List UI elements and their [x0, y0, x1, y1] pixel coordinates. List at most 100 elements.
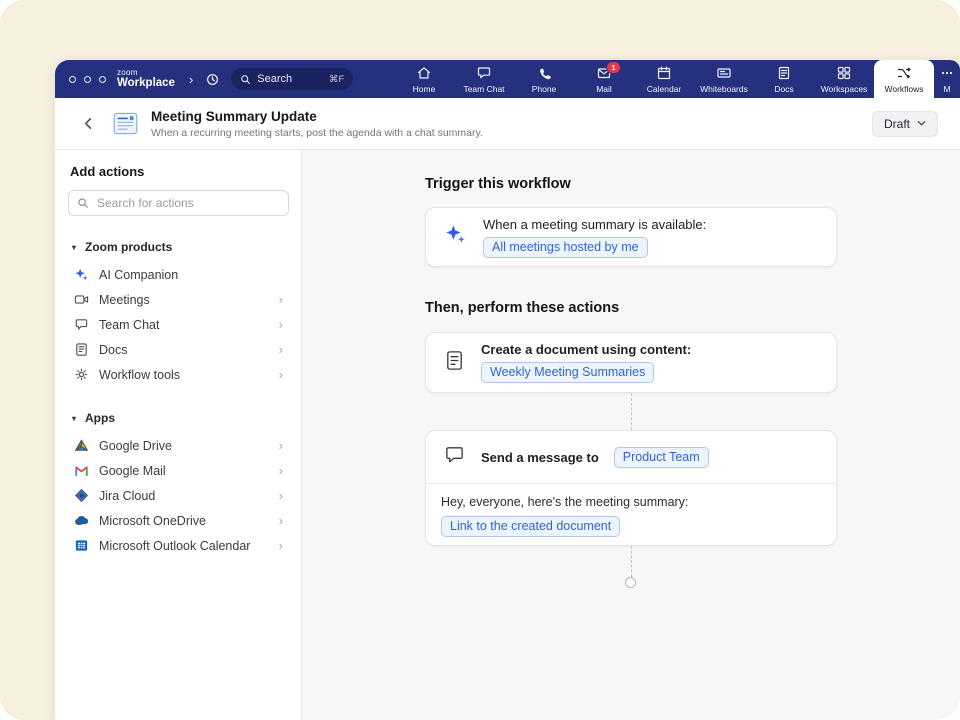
chevron-right-icon: › — [279, 539, 283, 552]
nav-item-team-chat[interactable]: Team Chat — [454, 60, 514, 98]
section-items: Google Drive › Google Mail › — [68, 433, 289, 558]
onedrive-icon — [73, 513, 89, 528]
screen: zoom Workplace › Search ⌘F — [0, 0, 960, 720]
window-dot[interactable] — [84, 76, 91, 83]
docs-icon — [776, 65, 792, 81]
back-button[interactable] — [81, 116, 96, 131]
top-nav: zoom Workplace › Search ⌘F — [55, 60, 960, 98]
actions-heading: Then, perform these actions — [425, 300, 619, 316]
search-shortcut: ⌘F — [329, 74, 344, 85]
app-window: zoom Workplace › Search ⌘F — [55, 60, 960, 720]
workflow-body: Add actions ▾ Zoom products AI Com — [55, 150, 960, 720]
sidebar-item-meetings[interactable]: Meetings › — [68, 287, 289, 312]
sidebar-item-jira-cloud[interactable]: Jira Cloud › — [68, 483, 289, 508]
send-message-text: Send a message to — [481, 450, 599, 465]
ai-sparkle-icon — [73, 267, 89, 282]
jira-icon — [73, 488, 89, 503]
workflow-connector — [631, 546, 632, 577]
sidebar-item-docs[interactable]: Docs › — [68, 337, 289, 362]
actions-search[interactable] — [68, 190, 289, 216]
chevron-right-icon: › — [279, 318, 283, 331]
sidebar-item-workflow-tools[interactable]: Workflow tools › — [68, 362, 289, 387]
nav-item-mail[interactable]: 1 Mail — [574, 60, 634, 98]
chevron-right-icon: › — [279, 368, 283, 381]
nav-item-calendar[interactable]: Calendar — [634, 60, 694, 98]
search-label: Search — [257, 73, 292, 85]
global-search[interactable]: Search ⌘F — [231, 68, 353, 90]
window-dot[interactable] — [69, 76, 76, 83]
chevron-right-icon: › — [279, 343, 283, 356]
section-items: AI Companion Meetings › Team Chat — [68, 262, 289, 387]
search-icon — [240, 74, 251, 85]
sidebar-item-microsoft-onedrive[interactable]: Microsoft OneDrive › — [68, 508, 289, 533]
nav-item-home[interactable]: Home — [394, 60, 454, 98]
sidebar-item-google-drive[interactable]: Google Drive › — [68, 433, 289, 458]
workflow-title: Meeting Summary Update — [151, 109, 483, 124]
triangle-down-icon: ▾ — [72, 414, 76, 423]
trigger-card[interactable]: When a meeting summary is available: All… — [425, 207, 837, 267]
actions-search-input[interactable] — [95, 195, 280, 211]
message-body-text: Hey, everyone, here's the meeting summar… — [441, 495, 820, 509]
nav-items: Home Team Chat Phone 1 Mail — [394, 60, 960, 98]
search-icon — [77, 197, 89, 209]
gmail-icon — [73, 463, 89, 478]
document-icon — [73, 342, 89, 357]
nav-item-whiteboards[interactable]: Whiteboards — [694, 60, 754, 98]
video-camera-icon — [73, 292, 89, 307]
nav-item-workflows[interactable]: Workflows — [874, 60, 934, 98]
section-header-apps[interactable]: ▾ Apps — [68, 411, 289, 425]
nav-item-phone[interactable]: Phone — [514, 60, 574, 98]
chevron-right-icon[interactable]: › — [189, 72, 193, 87]
create-doc-content-pill[interactable]: Weekly Meeting Summaries — [481, 362, 654, 383]
section-zoom-products: ▾ Zoom products AI Companion Meetin — [68, 240, 289, 387]
brand-workplace: Workplace — [117, 78, 175, 90]
nav-item-workspaces[interactable]: Workspaces — [814, 60, 874, 98]
workflows-icon — [896, 65, 912, 81]
actions-sidebar: Add actions ▾ Zoom products AI Com — [55, 150, 302, 720]
sidebar-item-google-mail[interactable]: Google Mail › — [68, 458, 289, 483]
history-icon[interactable] — [205, 72, 220, 87]
workflow-titles: Meeting Summary Update When a recurring … — [151, 109, 483, 139]
workspaces-icon — [836, 65, 852, 81]
nav-item-docs[interactable]: Docs — [754, 60, 814, 98]
workflow-header: Meeting Summary Update When a recurring … — [55, 98, 960, 150]
sidebar-item-ai-companion[interactable]: AI Companion — [68, 262, 289, 287]
mail-badge: 1 — [606, 61, 621, 74]
message-body-link-pill[interactable]: Link to the created document — [441, 516, 620, 537]
section-header-zoom-products[interactable]: ▾ Zoom products — [68, 240, 289, 254]
sidebar-title: Add actions — [70, 164, 289, 179]
chevron-right-icon: › — [279, 464, 283, 477]
create-doc-text: Create a document using content: — [481, 342, 691, 357]
calendar-icon — [656, 65, 672, 81]
google-drive-icon — [73, 438, 89, 453]
window-dot[interactable] — [99, 76, 106, 83]
workflow-canvas: Trigger this workflow When a meeting sum… — [302, 150, 960, 720]
home-icon — [416, 65, 432, 81]
sidebar-item-team-chat[interactable]: Team Chat › — [68, 312, 289, 337]
trigger-heading: Trigger this workflow — [425, 176, 571, 192]
workflow-connector — [631, 393, 632, 430]
chat-icon — [73, 317, 89, 332]
chevron-right-icon: › — [279, 293, 283, 306]
create-document-card[interactable]: Create a document using content: Weekly … — [425, 332, 837, 393]
workflow-end-node[interactable] — [625, 577, 636, 588]
sidebar-item-microsoft-outlook-calendar[interactable]: Microsoft Outlook Calendar › — [68, 533, 289, 558]
more-icon — [939, 65, 955, 81]
chevron-down-icon — [917, 120, 926, 127]
trigger-scope-pill[interactable]: All meetings hosted by me — [483, 237, 648, 258]
status-dropdown[interactable]: Draft — [872, 111, 938, 137]
send-message-target-pill[interactable]: Product Team — [614, 447, 709, 468]
zoom-workplace-logo: zoom Workplace — [117, 69, 175, 90]
chevron-right-icon: › — [279, 489, 283, 502]
chat-icon — [476, 65, 492, 81]
ai-sparkle-icon — [443, 222, 468, 252]
gear-icon — [73, 367, 89, 382]
phone-icon — [537, 65, 552, 81]
section-apps: ▾ Apps Google Drive › — [68, 411, 289, 558]
nav-item-more[interactable]: M — [934, 60, 960, 98]
triangle-down-icon: ▾ — [72, 243, 76, 252]
send-message-card[interactable]: Send a message to Product Team Hey, ever… — [425, 430, 837, 546]
status-label: Draft — [884, 117, 910, 131]
document-icon — [443, 349, 466, 377]
trigger-text: When a meeting summary is available: — [483, 217, 706, 232]
